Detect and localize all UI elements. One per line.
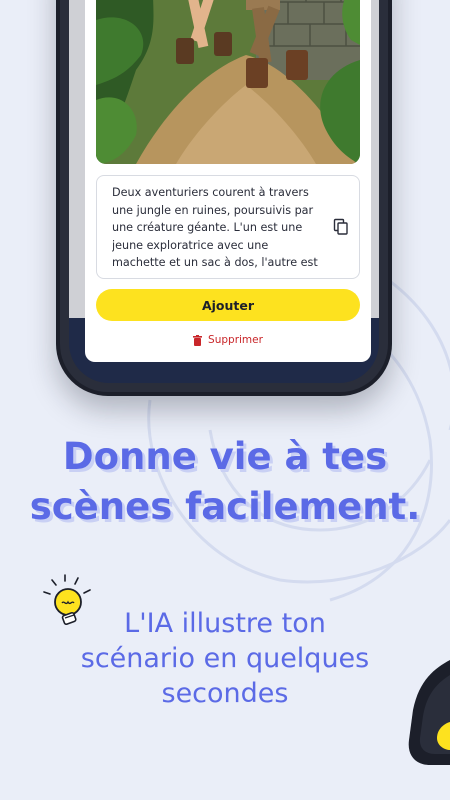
scene-card: Deux aventuriers courent à travers une j…: [85, 0, 371, 362]
jungle-adventure-illustration: [96, 0, 360, 164]
headline-line-2: scènes facilement.: [29, 485, 421, 528]
subheadline-line-3: secondes: [161, 678, 289, 709]
trash-icon: [193, 334, 203, 346]
subheadline-line-1: L'IA illustre ton: [124, 608, 326, 639]
secondary-phone-mockup: [408, 660, 450, 765]
add-button[interactable]: Ajouter: [96, 289, 360, 321]
scene-description-text[interactable]: Deux aventuriers courent à travers une j…: [112, 184, 322, 270]
phone-mockup: Deux aventuriers courent à travers une j…: [56, 0, 392, 396]
delete-label: Supprimer: [208, 334, 263, 346]
subheadline-line-2: scénario en quelques: [80, 643, 370, 674]
delete-button[interactable]: Supprimer: [85, 332, 371, 348]
headline: Donne vie à tes scènes facilement.: [0, 432, 450, 532]
copy-icon[interactable]: [333, 218, 349, 236]
phone-screen: Deux aventuriers courent à travers une j…: [69, 0, 379, 383]
subheadline: L'IA illustre ton scénario en quelques s…: [0, 606, 450, 711]
headline-line-1: Donne vie à tes: [62, 435, 388, 478]
scene-description-box[interactable]: Deux aventuriers courent à travers une j…: [96, 175, 360, 279]
phone-frame: Deux aventuriers courent à travers une j…: [60, 0, 388, 392]
